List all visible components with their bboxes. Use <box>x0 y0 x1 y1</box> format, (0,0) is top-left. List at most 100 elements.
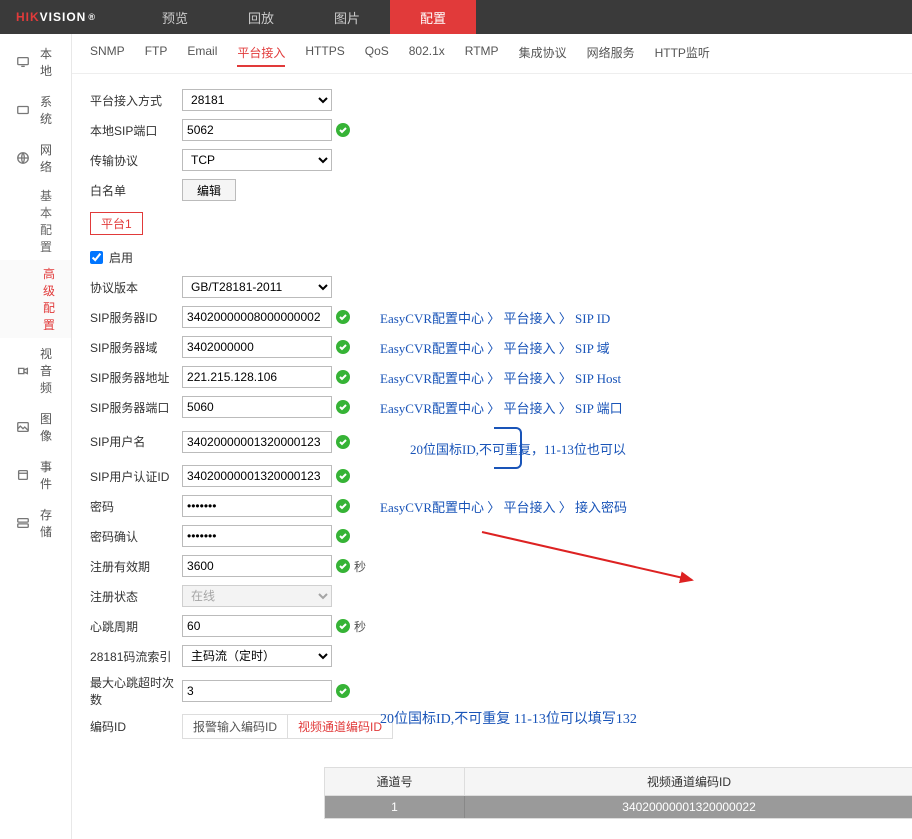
transport-select[interactable]: TCP <box>182 149 332 171</box>
sip-addr-input[interactable] <box>182 366 332 388</box>
topnav-playback[interactable]: 回放 <box>218 0 304 34</box>
logo-vision: VISION <box>40 10 87 24</box>
monitor-icon <box>16 55 30 69</box>
check-icon <box>336 469 350 483</box>
sidebar-advanced-config[interactable]: 高级配置 <box>0 260 71 338</box>
logo-reg: ® <box>88 12 96 22</box>
topnav-config[interactable]: 配置 <box>390 0 476 34</box>
check-icon <box>336 684 350 698</box>
th-codeid: 视频通道编码ID <box>465 768 912 795</box>
sip-authid-input[interactable] <box>182 465 332 487</box>
sip-port-input[interactable] <box>182 396 332 418</box>
whitelist-label: 白名单 <box>90 182 182 199</box>
sidebar-event[interactable]: 事件 <box>0 451 71 499</box>
heartbeat-input[interactable] <box>182 615 332 637</box>
note-sip-id: EasyCVR配置中心 〉 平台接入 〉 SIP ID <box>380 308 610 327</box>
av-icon <box>16 364 30 378</box>
local-sip-port-input[interactable] <box>182 119 332 141</box>
cell-channel: 1 <box>325 796 465 818</box>
sip-user-input[interactable] <box>182 431 332 453</box>
whitelist-edit-button[interactable]: 编辑 <box>182 179 236 201</box>
topnav-preview[interactable]: 预览 <box>132 0 218 34</box>
sidebar-storage-label: 存储 <box>40 506 55 540</box>
sidebar-local-label: 本地 <box>40 45 55 79</box>
table-header: 通道号 视频通道编码ID <box>325 768 912 796</box>
topnav-picture[interactable]: 图片 <box>304 0 390 34</box>
sip-domain-input[interactable] <box>182 336 332 358</box>
access-mode-select[interactable]: 28181 <box>182 89 332 111</box>
pwd-input[interactable] <box>182 495 332 517</box>
enable-checkbox[interactable] <box>90 251 103 264</box>
sip-domain-label: SIP服务器域 <box>90 339 182 356</box>
code-id-tabs: 报警输入编码ID 视频通道编码ID <box>182 714 393 739</box>
subtab-integration[interactable]: 集成协议 <box>519 44 567 67</box>
table-row[interactable]: 1 34020000001320000022 <box>325 796 912 818</box>
sip-server-id-input[interactable] <box>182 306 332 328</box>
top-nav: 预览 回放 图片 配置 <box>132 0 476 34</box>
sip-server-id-label: SIP服务器ID <box>90 309 182 326</box>
sec-unit: 秒 <box>354 558 366 575</box>
subtab-bar: SNMP FTP Email 平台接入 HTTPS QoS 802.1x RTM… <box>72 34 912 74</box>
platform1-tab[interactable]: 平台1 <box>90 212 143 235</box>
pwd2-label: 密码确认 <box>90 528 182 545</box>
subtab-email[interactable]: Email <box>187 44 217 67</box>
sec-unit: 秒 <box>354 618 366 635</box>
stream-idx-select[interactable]: 主码流（定时） <box>182 645 332 667</box>
subtab-https[interactable]: HTTPS <box>305 44 344 67</box>
subtab-netsvc[interactable]: 网络服务 <box>587 44 635 67</box>
pwd2-input[interactable] <box>182 525 332 547</box>
big-note: 20位国标ID,不可重复 11-13位可以填写132 <box>380 708 637 728</box>
cell-codeid: 34020000001320000022 <box>465 796 912 818</box>
event-icon <box>16 468 30 482</box>
check-icon <box>336 370 350 384</box>
stream-idx-label: 28181码流索引 <box>90 648 182 665</box>
channel-table: 通道号 视频通道编码ID 1 34020000001320000022 <box>324 767 912 819</box>
sip-port-label: SIP服务器端口 <box>90 399 182 416</box>
subtab-8021x[interactable]: 802.1x <box>409 44 445 67</box>
reg-valid-input[interactable] <box>182 555 332 577</box>
note-sip-domain: EasyCVR配置中心 〉 平台接入 〉 SIP 域 <box>380 338 610 357</box>
reg-status-label: 注册状态 <box>90 588 182 605</box>
subtab-httplisten[interactable]: HTTP监听 <box>655 44 710 67</box>
check-icon <box>336 123 350 137</box>
subtab-platform[interactable]: 平台接入 <box>237 44 285 67</box>
subtab-snmp[interactable]: SNMP <box>90 44 125 67</box>
storage-icon <box>16 516 30 530</box>
globe-icon <box>16 151 30 165</box>
note-sip-host: EasyCVR配置中心 〉 平台接入 〉 SIP Host <box>380 368 621 387</box>
check-icon <box>336 529 350 543</box>
sidebar-basic-config[interactable]: 基本配置 <box>0 182 71 260</box>
subtab-rtmp[interactable]: RTMP <box>465 44 499 67</box>
check-icon <box>336 400 350 414</box>
sidebar-va[interactable]: 视音频 <box>0 338 71 403</box>
subtab-ftp[interactable]: FTP <box>145 44 168 67</box>
pwd-label: 密码 <box>90 498 182 515</box>
sidebar-image-label: 图像 <box>40 410 55 444</box>
sip-user-label: SIP用户名 <box>90 433 182 450</box>
enable-label: 启用 <box>109 249 133 266</box>
code-tab-alarm[interactable]: 报警输入编码ID <box>183 715 287 738</box>
content-area: SNMP FTP Email 平台接入 HTTPS QoS 802.1x RTM… <box>72 34 912 839</box>
proto-ver-select[interactable]: GB/T28181-2011 <box>182 276 332 298</box>
code-tab-video[interactable]: 视频通道编码ID <box>287 715 392 738</box>
access-mode-label: 平台接入方式 <box>90 92 182 109</box>
max-hb-input[interactable] <box>182 680 332 702</box>
system-icon <box>16 103 30 117</box>
sidebar-network[interactable]: 网络 <box>0 134 71 182</box>
note-sip-port: EasyCVR配置中心 〉 平台接入 〉 SIP 端口 <box>380 398 623 417</box>
subtab-qos[interactable]: QoS <box>365 44 389 67</box>
sidebar-local[interactable]: 本地 <box>0 38 71 86</box>
image-icon <box>16 420 30 434</box>
logo-hik: HIK <box>16 10 40 24</box>
sidebar-system[interactable]: 系统 <box>0 86 71 134</box>
note-pwd: EasyCVR配置中心 〉 平台接入 〉 接入密码 <box>380 497 627 516</box>
check-icon <box>336 340 350 354</box>
sidebar-image[interactable]: 图像 <box>0 403 71 451</box>
code-id-label: 编码ID <box>90 718 182 735</box>
sidebar-network-label: 网络 <box>40 141 55 175</box>
brand-logo: HIKVISION® <box>0 0 112 34</box>
check-icon <box>336 310 350 324</box>
sip-addr-label: SIP服务器地址 <box>90 369 182 386</box>
sidebar-storage[interactable]: 存储 <box>0 499 71 547</box>
sidebar-event-label: 事件 <box>40 458 55 492</box>
